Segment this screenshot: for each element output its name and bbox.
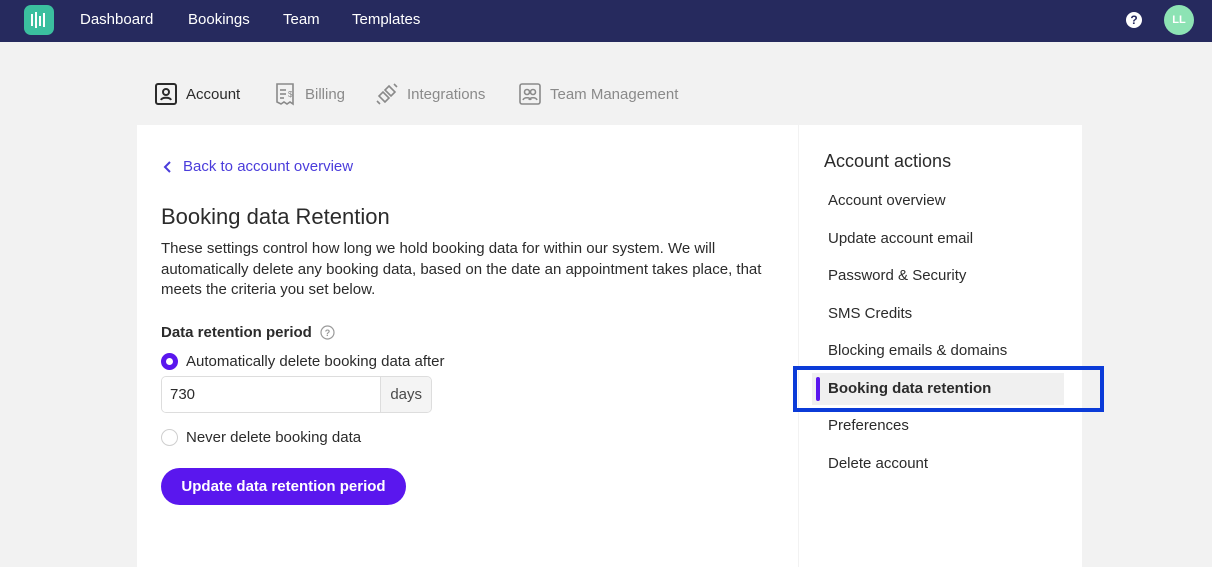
svg-text:?: ? (325, 328, 331, 338)
sidebar-item-account-overview[interactable]: Account overview (828, 192, 946, 209)
page-title: Booking data Retention (161, 204, 390, 229)
bars-logo-icon[interactable] (24, 5, 54, 35)
radio-button-unselected[interactable] (161, 429, 178, 446)
nav-bookings[interactable]: Bookings (188, 11, 250, 28)
radio-never-label: Never delete booking data (186, 429, 362, 446)
tab-integrations[interactable]: Integrations (375, 82, 485, 106)
help-icon[interactable]: ? (1126, 12, 1142, 28)
tab-billing[interactable]: $ Billing (273, 82, 345, 106)
avatar[interactable]: LL (1164, 5, 1194, 35)
nav-templates[interactable]: Templates (352, 11, 420, 28)
svg-text:$: $ (288, 90, 293, 99)
tab-label: Integrations (407, 85, 486, 103)
sidebar-item-booking-data-retention[interactable]: Booking data retention (812, 373, 1064, 405)
back-link-label: Back to account overview (183, 158, 354, 175)
sidebar-item-update-email[interactable]: Update account email (828, 230, 973, 247)
sidebar-item-label: Booking data retention (828, 380, 992, 397)
days-input[interactable] (162, 377, 381, 412)
chevron-left-icon (161, 160, 175, 174)
sidebar-item-blocking[interactable]: Blocking emails & domains (828, 342, 1007, 359)
question-circle-icon[interactable]: ? (320, 325, 335, 340)
tab-label: Account (186, 85, 241, 103)
tab-label: Billing (305, 85, 346, 103)
tab-account[interactable]: Account (154, 82, 240, 106)
radio-auto-delete[interactable]: Automatically delete booking data after (161, 353, 445, 370)
top-nav: Dashboard Bookings Team Templates ? LL (0, 0, 1212, 42)
sidebar-item-preferences[interactable]: Preferences (828, 417, 909, 434)
receipt-icon: $ (273, 82, 297, 106)
plug-icon (375, 82, 399, 106)
sidebar-item-delete-account[interactable]: Delete account (828, 455, 928, 472)
retention-label: Data retention period (161, 324, 312, 341)
section-description: These settings control how long we hold … (161, 240, 762, 298)
nav-team[interactable]: Team (283, 11, 320, 28)
radio-auto-label: Automatically delete booking data after (186, 353, 445, 370)
user-card-icon (154, 82, 178, 106)
team-card-icon (518, 82, 542, 106)
back-to-overview-link[interactable]: Back to account overview (161, 158, 353, 175)
days-suffix: days (380, 377, 431, 412)
tab-label: Team Management (550, 85, 679, 103)
sidebar-item-password-security[interactable]: Password & Security (828, 267, 966, 284)
radio-button-selected[interactable] (161, 353, 178, 370)
sidebar-title: Account actions (824, 151, 952, 171)
field-label: Data retention period ? (161, 324, 335, 341)
days-input-group: days (161, 376, 432, 413)
nav-dashboard[interactable]: Dashboard (80, 11, 153, 28)
active-indicator (816, 377, 820, 401)
tab-team-management[interactable]: Team Management (518, 82, 678, 106)
update-retention-button[interactable]: Update data retention period (161, 468, 406, 505)
radio-never-delete[interactable]: Never delete booking data (161, 429, 361, 446)
sidebar-item-sms-credits[interactable]: SMS Credits (828, 305, 912, 322)
